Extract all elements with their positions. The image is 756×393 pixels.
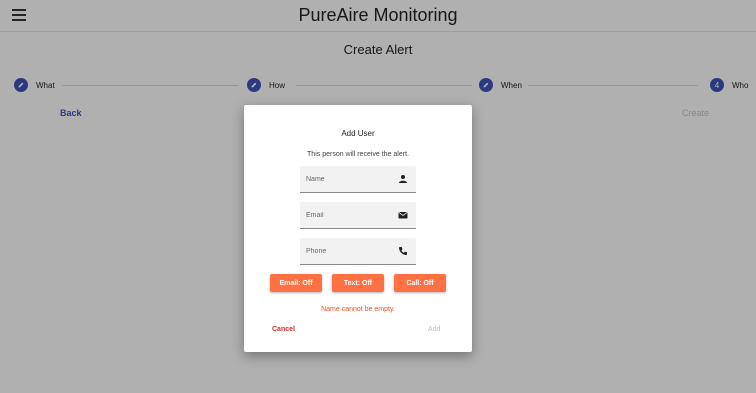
- phone-field[interactable]: [300, 238, 416, 265]
- call-toggle-button[interactable]: Call: Off: [394, 274, 446, 292]
- phone-input[interactable]: [306, 238, 386, 264]
- email-toggle-button[interactable]: Email: Off: [270, 274, 322, 292]
- phone-icon: [399, 247, 407, 255]
- add-user-dialog: Add User This person will receive the al…: [244, 105, 472, 352]
- text-toggle-button[interactable]: Text: Off: [332, 274, 384, 292]
- dialog-title: Add User: [341, 129, 375, 138]
- cancel-button[interactable]: Cancel: [272, 326, 295, 333]
- email-field[interactable]: [300, 202, 416, 229]
- person-icon: [399, 175, 407, 183]
- email-input[interactable]: [306, 202, 386, 228]
- add-button: Add: [428, 326, 441, 333]
- dialog-subtitle: This person will receive the alert.: [307, 151, 409, 158]
- mail-icon: [398, 212, 408, 219]
- name-input[interactable]: [306, 166, 386, 192]
- error-message: Name cannot be empty.: [321, 306, 395, 313]
- name-field[interactable]: [300, 166, 416, 193]
